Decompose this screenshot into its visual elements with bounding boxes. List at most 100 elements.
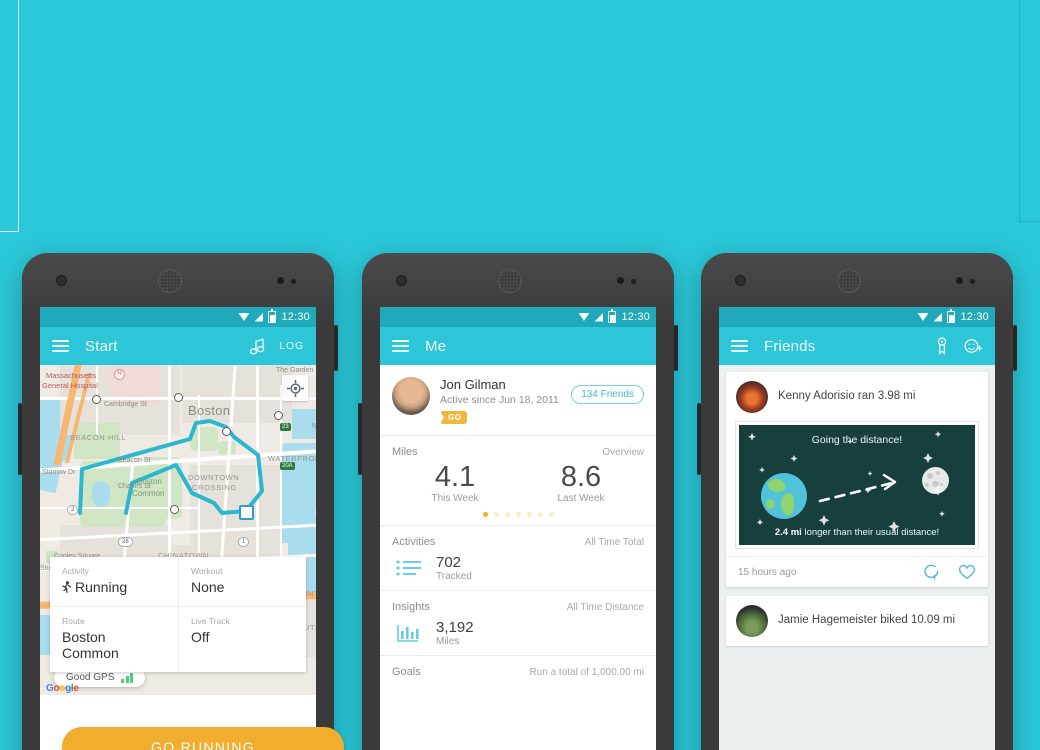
music-note-icon[interactable] bbox=[250, 338, 265, 355]
feed-card-actions bbox=[923, 564, 976, 580]
profile-name: Jon Gilman bbox=[440, 377, 506, 392]
hamburger-icon[interactable] bbox=[52, 340, 69, 352]
front-camera-icon bbox=[56, 275, 67, 286]
achievement-caption: 2.4 mi longer than their usual distance! bbox=[739, 527, 975, 538]
status-bar-icons: 12:30 bbox=[578, 307, 650, 327]
stat-unit: Tracked bbox=[436, 571, 472, 583]
signal-icon bbox=[594, 312, 604, 322]
power-button[interactable] bbox=[334, 325, 338, 371]
status-bar-time: 12:30 bbox=[621, 311, 650, 323]
workout-settings-card: Activity Running Workout None Route Bost… bbox=[50, 557, 306, 672]
avatar bbox=[736, 605, 768, 637]
insights-values: 3,192 Miles bbox=[436, 619, 474, 647]
carousel-dots[interactable] bbox=[392, 512, 644, 518]
stat-label: This Week bbox=[431, 493, 479, 505]
battery-icon bbox=[608, 309, 617, 323]
go-running-button[interactable]: GO RUNNING bbox=[62, 727, 344, 750]
guide-line-right-vertical bbox=[1019, 0, 1020, 222]
achievement-caption-distance: 2.4 mi bbox=[774, 527, 802, 538]
phone-screen-start: 12:30 Start LOG H Massachusetts General … bbox=[40, 307, 316, 750]
section-insights[interactable]: Insights All Time Distance 3,192 Miles bbox=[380, 590, 656, 656]
log-button[interactable]: LOG bbox=[279, 340, 304, 352]
friends-feed[interactable]: Kenny Adorisio ran 3.98 mi Going the dis… bbox=[719, 365, 995, 750]
heart-icon[interactable] bbox=[958, 564, 976, 580]
stat-unit: Miles bbox=[436, 636, 460, 648]
proximity-sensor-icon bbox=[277, 277, 284, 284]
carousel-dot[interactable] bbox=[515, 512, 521, 518]
status-badge: GO bbox=[440, 411, 468, 424]
feed-card-meta: 15 hours ago bbox=[726, 556, 988, 587]
map-label: Common bbox=[132, 489, 165, 498]
volume-button[interactable] bbox=[18, 403, 22, 475]
stat-value: 3,192 bbox=[436, 619, 474, 637]
insights-stat: 3,192 Miles bbox=[392, 619, 644, 647]
setting-value-text: Running bbox=[75, 579, 128, 595]
status-bar-time: 12:30 bbox=[960, 311, 989, 323]
map-label: Massachusetts bbox=[46, 371, 97, 380]
map-label: Boston bbox=[188, 403, 231, 418]
setting-live-track[interactable]: Live Track Off bbox=[178, 606, 306, 672]
setting-workout[interactable]: Workout None bbox=[178, 557, 306, 606]
crosshair-icon[interactable] bbox=[282, 375, 308, 401]
activities-stat: 702 Tracked bbox=[392, 554, 644, 582]
carousel-dot[interactable] bbox=[493, 512, 499, 518]
phone-me: 12:30 Me Jon Gilman Active since Jun 18,… bbox=[358, 253, 678, 750]
guide-line-right-horizontal bbox=[1019, 221, 1040, 222]
list-icon bbox=[396, 560, 421, 577]
miles-stats: 4.1 This Week 8.6 Last Week bbox=[392, 461, 644, 505]
feed-card[interactable]: Jamie Hagemeister biked 10.09 mi bbox=[726, 596, 988, 646]
setting-activity[interactable]: Activity Running bbox=[50, 557, 178, 606]
feed-card-text: Jamie Hagemeister biked 10.09 mi bbox=[778, 614, 956, 627]
feed-card[interactable]: Kenny Adorisio ran 3.98 mi Going the dis… bbox=[726, 372, 988, 587]
map-label: Beacon St bbox=[118, 457, 151, 464]
hamburger-icon[interactable] bbox=[731, 340, 748, 352]
status-bar: 12:30 bbox=[719, 307, 995, 327]
hospital-marker-icon: H bbox=[114, 369, 125, 380]
map-label: CROSSING bbox=[192, 483, 237, 492]
section-activities[interactable]: Activities All Time Total 702 Tracked bbox=[380, 525, 656, 591]
carousel-dot[interactable] bbox=[526, 512, 532, 518]
map-route-shield: 23 bbox=[280, 423, 291, 431]
phone-screen-friends: 12:30 Friends Kenny Adorisio ran 3.98 mi… bbox=[719, 307, 995, 750]
power-button[interactable] bbox=[1013, 325, 1017, 371]
add-friend-icon[interactable] bbox=[964, 338, 983, 355]
status-bar-icons: 12:30 bbox=[238, 307, 310, 327]
stat-value: 702 bbox=[436, 554, 462, 572]
profile-header[interactable]: Jon Gilman Active since Jun 18, 2011 GO … bbox=[380, 365, 656, 435]
google-watermark: Google bbox=[46, 683, 79, 694]
carousel-dot[interactable] bbox=[537, 512, 543, 518]
map-label: DOWNTOWN bbox=[188, 473, 240, 482]
setting-value-text: Boston Common bbox=[62, 629, 119, 661]
feed-card-header: Kenny Adorisio ran 3.98 mi bbox=[726, 372, 988, 422]
power-button[interactable] bbox=[674, 325, 678, 371]
hamburger-icon[interactable] bbox=[392, 340, 409, 352]
setting-route[interactable]: Route Boston Common bbox=[50, 606, 178, 672]
proximity-sensor-icon bbox=[956, 277, 963, 284]
map-label: Cambridge St bbox=[104, 401, 147, 408]
carousel-dot[interactable] bbox=[504, 512, 510, 518]
transit-marker-icon bbox=[170, 505, 179, 514]
stat-value: 4.1 bbox=[434, 461, 476, 493]
comment-icon[interactable] bbox=[923, 564, 940, 580]
map-label: The Garden bbox=[276, 367, 314, 374]
carousel-dot[interactable] bbox=[548, 512, 554, 518]
setting-label: Workout bbox=[191, 566, 223, 576]
section-goals[interactable]: Goals Run a total of 1,000.00 mi bbox=[380, 655, 656, 687]
phone-start: 12:30 Start LOG H Massachusetts General … bbox=[18, 253, 344, 750]
setting-value-text: Off bbox=[191, 629, 210, 645]
volume-button[interactable] bbox=[358, 403, 362, 475]
medal-icon[interactable] bbox=[934, 337, 950, 355]
carousel-dot[interactable] bbox=[482, 512, 488, 518]
section-miles[interactable]: Miles Overview 4.1 This Week 8.6 Last We… bbox=[380, 435, 656, 526]
wifi-icon bbox=[578, 313, 590, 321]
section-title: Insights bbox=[392, 601, 430, 614]
phone-bezel-top bbox=[362, 253, 674, 307]
earpiece-speaker-icon bbox=[498, 269, 522, 293]
app-bar-me: Me bbox=[380, 327, 656, 365]
volume-button[interactable] bbox=[697, 403, 701, 475]
status-bar: 12:30 bbox=[40, 307, 316, 327]
map-label: BEACON HILL bbox=[70, 433, 127, 442]
friends-count-chip[interactable]: 134 Friends bbox=[571, 385, 644, 404]
stat-value: 8.6 bbox=[560, 461, 602, 493]
earpiece-speaker-icon bbox=[837, 269, 861, 293]
